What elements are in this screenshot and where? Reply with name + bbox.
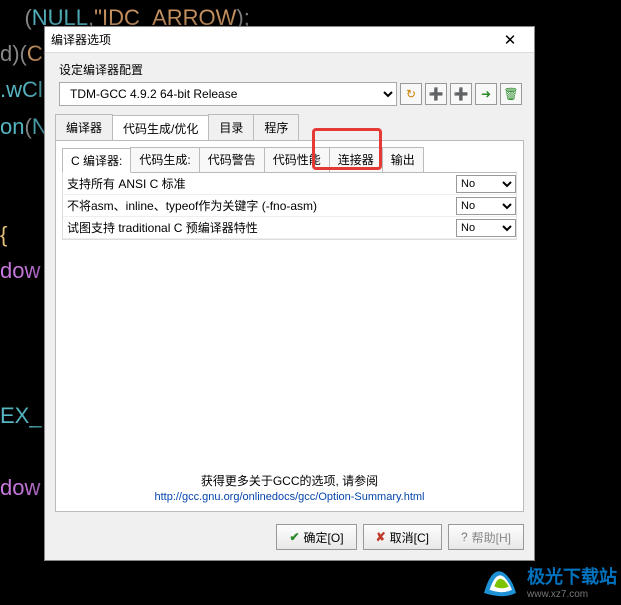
- option-row: 试图支持 traditional C 预编译器特性 No: [63, 217, 516, 239]
- button-bar: ✔确定[O] ✘取消[C] ?帮助[H]: [45, 518, 534, 560]
- compiler-options-dialog: 编译器选项 ✕ 设定编译器配置 TDM-GCC 4.9.2 64-bit Rel…: [44, 26, 535, 561]
- cross-icon: ✘: [376, 530, 386, 544]
- tab-compiler[interactable]: 编译器: [55, 114, 113, 140]
- delete-icon[interactable]: 🗑: [500, 83, 522, 105]
- inner-tab-linker[interactable]: 连接器: [329, 147, 383, 172]
- footer-text: 获得更多关于GCC的选项, 请参阅: [201, 474, 378, 488]
- inner-tab-warnings[interactable]: 代码警告: [199, 147, 265, 172]
- watermark: 极光下载站 www.xz7.com: [479, 561, 617, 601]
- profile-row: TDM-GCC 4.9.2 64-bit Release ↻ ➕ ➕ ➜ 🗑: [59, 82, 522, 106]
- option-value-select[interactable]: No: [456, 197, 516, 215]
- option-label: 支持所有 ANSI C 标准: [63, 175, 456, 192]
- titlebar: 编译器选项 ✕: [45, 27, 534, 53]
- footer-link[interactable]: http://gcc.gnu.org/onlinedocs/gcc/Option…: [154, 491, 424, 503]
- dialog-title: 编译器选项: [51, 31, 492, 48]
- option-value-select[interactable]: No: [456, 175, 516, 193]
- tab-programs[interactable]: 程序: [253, 114, 299, 140]
- profile-select[interactable]: TDM-GCC 4.9.2 64-bit Release: [59, 82, 397, 106]
- watermark-text: 极光下载站: [527, 567, 617, 587]
- watermark-logo-icon: [479, 561, 521, 601]
- profile-label: 设定编译器配置: [59, 61, 522, 78]
- check-icon: ✔: [289, 530, 299, 544]
- option-value-select[interactable]: No: [456, 219, 516, 237]
- tab-directories[interactable]: 目录: [208, 114, 254, 140]
- rename-icon[interactable]: ➜: [475, 83, 497, 105]
- inner-tab-codegen[interactable]: 代码生成:: [130, 147, 199, 172]
- add-copy-icon[interactable]: ➕: [450, 83, 472, 105]
- help-button[interactable]: ?帮助[H]: [448, 524, 524, 550]
- options-list: 支持所有 ANSI C 标准 No 不将asm、inline、typeof作为关…: [62, 173, 517, 240]
- inner-tab-profiling[interactable]: 代码性能: [264, 147, 330, 172]
- watermark-sub: www.xz7.com: [527, 589, 617, 600]
- add-icon[interactable]: ➕: [425, 83, 447, 105]
- refresh-icon[interactable]: ↻: [400, 83, 422, 105]
- inner-tab-c-compiler[interactable]: C 编译器:: [62, 148, 131, 173]
- help-icon: ?: [461, 530, 468, 544]
- watermark-text-block: 极光下载站 www.xz7.com: [527, 563, 617, 600]
- inner-tab-output[interactable]: 输出: [382, 147, 424, 172]
- tab-content: C 编译器: 代码生成: 代码警告 代码性能 连接器 输出 支持所有 ANSI …: [55, 140, 524, 512]
- tab-codegen[interactable]: 代码生成/优化: [112, 115, 209, 141]
- footer-hint: 获得更多关于GCC的选项, 请参阅 http://gcc.gnu.org/onl…: [62, 466, 517, 505]
- outer-tabs: 编译器 代码生成/优化 目录 程序: [55, 114, 524, 140]
- option-label: 试图支持 traditional C 预编译器特性: [63, 219, 456, 236]
- ok-button[interactable]: ✔确定[O]: [276, 524, 356, 550]
- option-label: 不将asm、inline、typeof作为关键字 (-fno-asm): [63, 197, 456, 214]
- profile-area: 设定编译器配置 TDM-GCC 4.9.2 64-bit Release ↻ ➕…: [45, 53, 534, 110]
- inner-tabs: C 编译器: 代码生成: 代码警告 代码性能 连接器 输出: [62, 147, 517, 173]
- option-row: 不将asm、inline、typeof作为关键字 (-fno-asm) No: [63, 195, 516, 217]
- cancel-button[interactable]: ✘取消[C]: [363, 524, 442, 550]
- close-icon[interactable]: ✕: [492, 31, 528, 49]
- option-row: 支持所有 ANSI C 标准 No: [63, 173, 516, 195]
